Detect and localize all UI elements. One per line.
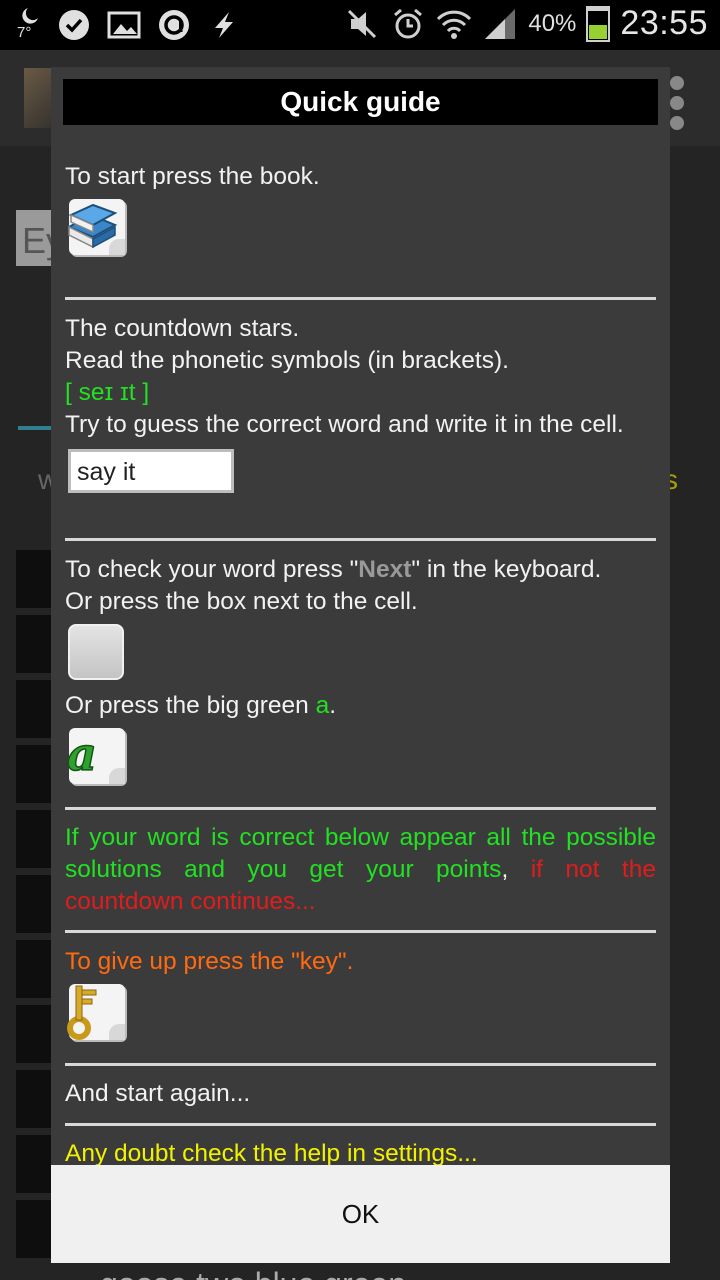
box-instruction: Or press the box next to the cell. xyxy=(65,588,418,615)
bbm-icon xyxy=(56,6,92,44)
guide-step-result: If your word is correct below appear all… xyxy=(65,810,656,930)
gallery-icon xyxy=(106,6,142,44)
result-text: If your word is correct below appear all… xyxy=(65,810,656,918)
battery-icon xyxy=(586,5,611,42)
ok-button[interactable]: OK xyxy=(51,1165,670,1263)
step-start-text: To start press the book. xyxy=(65,163,320,190)
clock: 23:55 xyxy=(620,4,708,42)
wifi-icon xyxy=(436,5,472,43)
quick-guide-dialog: Quick guide To start press the book. The… xyxy=(51,67,670,1263)
temperature: 7° xyxy=(17,24,32,41)
guess-instruction: Try to guess the correct word and write … xyxy=(65,411,624,438)
next-key-label: Next xyxy=(358,556,412,583)
check-text-pre: To check your word press " xyxy=(65,556,359,583)
green-a-letter: a xyxy=(315,692,330,719)
check-box-icon xyxy=(68,624,124,680)
phonetic-example: [ seɪ ɪt ] xyxy=(65,379,150,406)
dialog-body: To start press the book. The countdown s… xyxy=(65,147,656,1183)
status-bar: 7° 40% 23:55 xyxy=(0,0,720,50)
overflow-menu-icon[interactable] xyxy=(670,76,686,130)
at-icon xyxy=(156,6,192,44)
svg-text:a: a xyxy=(67,727,97,781)
dialog-title: Quick guide xyxy=(63,79,658,125)
weather-icon: 7° xyxy=(14,6,42,44)
guide-step-check: To check your word press "Next" in the k… xyxy=(65,541,656,807)
example-cell: say it xyxy=(68,449,234,493)
guide-step-give-up: To give up press the "key". xyxy=(65,933,656,1063)
battery-percent: 40% xyxy=(528,9,577,37)
alarm-icon xyxy=(390,5,426,43)
check-instruction: To check your word press "Next" in the k… xyxy=(65,554,656,586)
background-bottom-text: goose two blue green xyxy=(100,1266,406,1280)
green-a-instruction: Or press the big green a. xyxy=(65,690,656,722)
signal-icon xyxy=(482,5,518,43)
restart-text: And start again... xyxy=(65,1080,251,1107)
green-a-text-pre: Or press the big green xyxy=(65,692,316,719)
check-text-post: " in the keyboard. xyxy=(411,556,602,583)
countdown-text: The countdown stars. xyxy=(65,315,300,342)
guide-step-guess: The countdown stars. Read the phonetic s… xyxy=(65,300,656,538)
flash-icon xyxy=(206,6,242,44)
green-a-icon: a xyxy=(65,726,127,788)
book-icon xyxy=(65,197,127,259)
result-comma: , xyxy=(501,856,531,883)
phonetic-instruction: Read the phonetic symbols (in brackets). xyxy=(65,347,509,374)
key-icon xyxy=(65,982,127,1044)
mute-icon xyxy=(344,5,380,43)
green-a-text-post: . xyxy=(329,692,337,719)
guide-step-restart: And start again... xyxy=(65,1066,656,1123)
help-text: Any doubt check the help in settings... xyxy=(65,1140,478,1167)
give-up-text: To give up press the "key". xyxy=(65,948,354,975)
guide-step-start: To start press the book. xyxy=(65,161,656,297)
